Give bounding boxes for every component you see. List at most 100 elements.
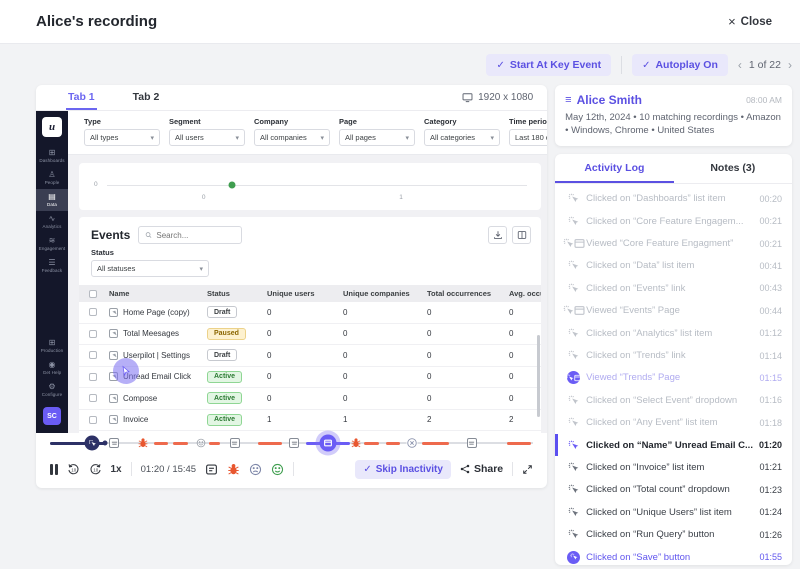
download-button[interactable] — [488, 226, 508, 244]
autoplay-label: Autoplay On — [655, 59, 718, 71]
playback-speed-button[interactable]: 1x — [111, 464, 122, 475]
fullscreen-button[interactable] — [522, 464, 533, 475]
timeline-event-marker[interactable] — [319, 434, 337, 452]
activity-log-item[interactable]: Clicked on “Run Query” button 01:26 — [555, 523, 792, 545]
row-checkbox[interactable] — [89, 394, 97, 403]
filter-select[interactable]: All companies ▾ — [254, 129, 330, 146]
filter-select[interactable]: Last 180 days ▾ — [509, 129, 548, 146]
autoplay-toggle[interactable]: ✓ Autoplay On — [632, 54, 728, 76]
activity-log-item[interactable]: Clicked on “Trends” link 01:14 — [555, 344, 792, 366]
activity-time: 01:20 — [758, 440, 782, 451]
activity-log-item[interactable]: Clicked on “Invoice” list item 01:21 — [555, 456, 792, 478]
filter-label: Type — [84, 117, 101, 126]
timeline-event-marker[interactable] — [350, 438, 361, 449]
sidebar-item[interactable]: ⚙ Configure — [36, 379, 68, 401]
activity-log-item[interactable]: Clicked on “Total count” dropdown 01:23 — [555, 479, 792, 501]
activity-log-item[interactable]: Clicked on “Any Event” list item 01:18 — [555, 412, 792, 434]
activity-log-item[interactable]: Clicked on “Core Feature Engagem... 00:2… — [555, 210, 792, 232]
playback-timeline[interactable] — [50, 433, 534, 453]
table-row[interactable]: Unread Email Click Active 0 0 0 0 ⋮ — [79, 367, 542, 388]
share-button[interactable]: Share — [460, 463, 503, 475]
events-search[interactable] — [138, 226, 243, 244]
sidebar-item[interactable]: ∿ Analytics — [36, 211, 68, 233]
timeline-event-marker[interactable] — [196, 438, 206, 448]
sidebar-item[interactable]: ♙ People — [36, 167, 68, 189]
selected-marker-icon — [319, 434, 337, 452]
table-row[interactable]: Total Meesages Paused 0 0 0 0 ⋮ — [79, 324, 542, 345]
panel-tab[interactable]: Notes (3) — [674, 154, 792, 183]
sidebar-item[interactable]: ⊞ Dashboards — [36, 145, 68, 167]
timeline-event-marker[interactable] — [109, 438, 120, 448]
activity-log-item[interactable]: Clicked on “Save” button 01:55 — [555, 546, 792, 565]
start-at-key-event-button[interactable]: ✓ Start At Key Event — [486, 54, 612, 76]
activity-log-item[interactable]: Clicked on “Dashboards” list item 00:20 — [555, 188, 792, 210]
player-tab[interactable]: Tab 2 — [131, 85, 162, 110]
table-row[interactable]: Invoice Active 1 1 2 2 ⋮ — [79, 410, 542, 431]
activity-log-item[interactable]: Clicked on “Select Event” dropdown 01:16 — [555, 389, 792, 411]
forward-10-button[interactable]: 10 — [89, 463, 102, 476]
row-checkbox[interactable] — [89, 415, 97, 424]
pause-button[interactable] — [50, 463, 58, 475]
columns-button[interactable] — [512, 226, 532, 244]
activity-time: 01:16 — [759, 395, 782, 406]
timeline-event-marker[interactable] — [84, 435, 100, 451]
sidebar-item[interactable]: ⊞ Production — [36, 335, 68, 357]
table-row[interactable]: Userpilot | Settings Draft 0 0 0 0 ⋮ — [79, 345, 542, 367]
rewind-10-button[interactable]: 10 — [67, 463, 80, 476]
recorded-cursor — [113, 358, 139, 384]
row-checkbox[interactable] — [89, 372, 97, 381]
row-checkbox[interactable] — [89, 329, 97, 338]
table-row[interactable]: Home Page (copy) Draft 0 0 0 0 ⋮ — [79, 302, 542, 324]
timeline-event-marker[interactable] — [102, 440, 108, 446]
prev-recording-button[interactable]: ‹ — [738, 58, 742, 72]
player-tab[interactable]: Tab 1 — [66, 85, 97, 110]
sidebar-item[interactable]: ◉ Get Help — [36, 357, 68, 379]
activity-log-item[interactable]: Viewed “Core Feature Engagment” 00:21 — [555, 232, 792, 254]
activity-card: Activity Log Notes (3) Clicked on “Dashbo… — [555, 153, 792, 565]
activity-text: Viewed “Trends” Page — [586, 372, 681, 384]
search-input[interactable] — [156, 230, 236, 240]
report-bug-button[interactable] — [227, 463, 240, 476]
panel-tab[interactable]: Activity Log — [555, 154, 674, 183]
table-row[interactable]: Compose Active 0 0 0 0 ⋮ — [79, 388, 542, 410]
row-checkbox[interactable] — [89, 351, 97, 360]
next-recording-button[interactable]: › — [788, 58, 792, 72]
close-button[interactable]: × Close — [728, 14, 772, 29]
user-name-link[interactable]: Alice Smith — [577, 93, 742, 107]
activity-log-item[interactable]: Clicked on “Name” Unread Email C... 01:2… — [555, 433, 792, 457]
columns-icon — [517, 231, 526, 239]
filter-select[interactable]: All categories ▾ — [424, 129, 500, 146]
sidebar-item[interactable]: ▤ Data — [36, 189, 68, 211]
frown-reaction-button[interactable] — [249, 463, 262, 476]
skip-inactivity-toggle[interactable]: ✓ Skip Inactivity — [355, 459, 451, 479]
sidebar-item-label: Engagement — [38, 246, 66, 251]
timeline-event-marker[interactable] — [406, 437, 418, 449]
timeline-event-marker[interactable] — [138, 438, 149, 449]
table-scrollbar[interactable] — [537, 335, 541, 417]
select-all-checkbox[interactable] — [89, 289, 97, 298]
row-checkbox[interactable] — [89, 308, 97, 317]
timeline-event-marker[interactable] — [229, 438, 240, 448]
timeline-segment — [385, 442, 401, 445]
activity-log-item[interactable]: Viewed “Events” Page 00:44 — [555, 300, 792, 322]
status-select[interactable]: All statuses ▾ — [91, 260, 209, 277]
filter-select[interactable]: All pages ▾ — [339, 129, 415, 146]
timeline-event-marker[interactable] — [289, 438, 300, 448]
smile-reaction-button[interactable] — [271, 463, 284, 476]
screen-resolution: 1920 x 1080 — [462, 92, 533, 103]
filter-select[interactable]: All types ▾ — [84, 129, 160, 146]
activity-log-item[interactable]: Clicked on “Events” link 00:43 — [555, 277, 792, 299]
sidebar-item[interactable]: ≋ Engagement — [36, 233, 68, 255]
activity-log-item[interactable]: Viewed “Trends” Page 01:15 — [555, 367, 792, 389]
forward-10-icon: 10 — [89, 463, 101, 474]
timeline-event-marker[interactable] — [466, 438, 477, 448]
unique-users-value: 0 — [267, 393, 272, 403]
activity-log-item[interactable]: Clicked on “Unique Users” list item 01:2… — [555, 501, 792, 523]
avatar[interactable]: SC — [43, 407, 61, 425]
notes-button[interactable] — [205, 463, 218, 476]
filter-select[interactable]: All users ▾ — [169, 129, 245, 146]
activity-log-item[interactable]: Clicked on “Data” list item 00:41 — [555, 255, 792, 277]
activity-log-item[interactable]: Clicked on “Analytics” list item 01:12 — [555, 322, 792, 344]
unique-users-value: 0 — [267, 329, 272, 339]
sidebar-item[interactable]: ☰ Feedback — [36, 255, 68, 277]
